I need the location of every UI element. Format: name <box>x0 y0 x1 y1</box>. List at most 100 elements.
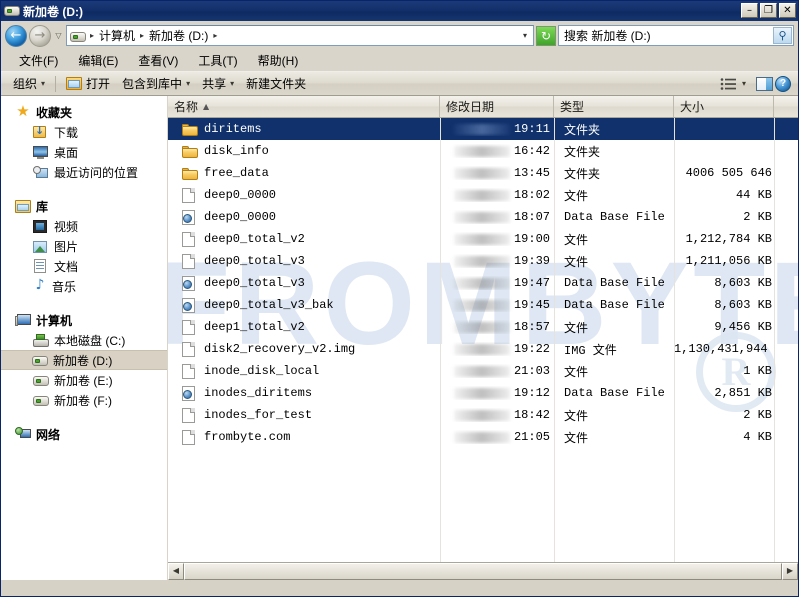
sidebar-item-videos[interactable]: 视频 <box>1 216 167 236</box>
sidebar-label: 图片 <box>54 239 79 254</box>
sidebar-item-recent-places[interactable]: 最近访问的位置 <box>1 162 167 182</box>
folder-icon <box>182 143 198 159</box>
sidebar-item-favorites[interactable]: ★ 收藏夹 <box>1 102 167 122</box>
file-size-cell: 8,603 KB <box>714 298 772 312</box>
file-type-cell: 文件夹 <box>564 123 601 138</box>
file-icon <box>182 429 198 445</box>
search-icon: ⚲ <box>778 29 787 42</box>
column-header-type[interactable]: 类型 <box>554 96 674 117</box>
menu-item-view[interactable]: 查看(V) <box>128 50 188 71</box>
scroll-left-button[interactable]: ◀ <box>168 563 184 580</box>
sidebar-item-documents[interactable]: 文档 <box>1 256 167 276</box>
breadcrumb-separator[interactable]: ▸ <box>211 31 219 40</box>
sidebar-item-pictures[interactable]: 图片 <box>1 236 167 256</box>
sidebar-label: 新加卷 (D:) <box>53 353 113 368</box>
file-type-cell: 文件 <box>564 321 589 336</box>
sidebar-item-network[interactable]: 网络 <box>1 424 167 444</box>
menu-item-help[interactable]: 帮助(H) <box>248 50 309 71</box>
window-controls: – ❐ ✕ <box>741 3 796 18</box>
file-name: disk_info <box>204 144 269 158</box>
table-row[interactable]: free_data 13:45 文件夹 4006 505 646 <box>168 162 798 184</box>
table-row[interactable]: deep0_0000 18:07 Data Base File 2 KB <box>168 206 798 228</box>
back-button[interactable]: ← <box>5 24 27 47</box>
file-size-cell: 1 KB <box>743 364 772 378</box>
redacted-date <box>453 387 510 399</box>
sidebar-item-local-disk-c[interactable]: 本地磁盘 (C:) <box>1 330 167 350</box>
file-type-cell: Data Base File <box>564 298 665 312</box>
horizontal-scrollbar[interactable]: ◀ ▶ <box>168 562 798 580</box>
table-row[interactable]: inode_disk_local 21:03 文件 1 KB <box>168 360 798 382</box>
scrollbar-thumb[interactable] <box>184 563 782 580</box>
date-modified-cell: 16:42 <box>440 144 554 158</box>
minimize-button[interactable]: – <box>741 3 758 18</box>
chevron-down-icon: ▾ <box>41 79 46 88</box>
new-folder-button[interactable]: 新建文件夹 <box>240 73 312 94</box>
table-row[interactable]: deep0_total_v3 19:39 文件 1,211,056 KB <box>168 250 798 272</box>
file-rows[interactable]: FROMBYTE R diritems19:11文件夹disk_info16:4… <box>168 118 798 562</box>
sidebar-item-volume-f[interactable]: 新加卷 (F:) <box>1 390 167 410</box>
sidebar-item-volume-e[interactable]: 新加卷 (E:) <box>1 370 167 390</box>
breadcrumb-separator[interactable]: ▸ <box>88 31 96 40</box>
table-row[interactable]: deep0_total_v3_bak 19:45 Data Base File 8,6… <box>168 294 798 316</box>
preview-pane-icon[interactable] <box>756 76 773 91</box>
column-label: 类型 <box>560 100 585 114</box>
navigation-pane[interactable]: ★ 收藏夹 下载 桌面 最近访问的位置 <box>1 96 168 580</box>
menu-item-file[interactable]: 文件(F) <box>9 50 68 71</box>
share-button[interactable]: 共享 ▾ <box>196 73 240 94</box>
chevron-down-icon[interactable]: ▾ <box>523 31 531 40</box>
sidebar-item-computer[interactable]: 计算机 <box>1 310 167 330</box>
minimize-icon: – <box>747 5 752 16</box>
refresh-button[interactable]: ↻ <box>536 25 556 46</box>
search-input[interactable]: 搜索 新加卷 (D:) ⚲ <box>558 25 794 46</box>
open-button[interactable]: 打开 <box>60 73 116 94</box>
maximize-button[interactable]: ❐ <box>760 3 777 18</box>
table-row[interactable]: deep0_total_v2 19:00 文件 1,212,784 KB <box>168 228 798 250</box>
file-size-cell: 2,851 KB <box>714 386 772 400</box>
column-header-date-modified[interactable]: 修改日期 <box>440 96 554 117</box>
database-file-icon <box>182 297 198 313</box>
sidebar-item-libraries[interactable]: 库 <box>1 196 167 216</box>
column-header-size[interactable]: 大小 <box>674 96 774 117</box>
search-button[interactable]: ⚲ <box>773 27 792 44</box>
breadcrumb-separator[interactable]: ▸ <box>138 31 146 40</box>
forward-button[interactable]: → <box>29 24 51 47</box>
sidebar-item-downloads[interactable]: 下载 <box>1 122 167 142</box>
change-view-icon[interactable] <box>720 77 738 91</box>
table-row[interactable]: frombyte.com 21:05 文件 4 KB <box>168 426 798 448</box>
table-row[interactable]: inodes_diritems 19:12 Data Base File 2,851 … <box>168 382 798 404</box>
file-time: 16:42 <box>513 144 550 158</box>
menu-item-tools[interactable]: 工具(T) <box>188 50 247 71</box>
sidebar-item-music[interactable]: ♪ 音乐 <box>1 276 167 296</box>
breadcrumb-item-drive[interactable]: 新加卷 (D:) <box>148 27 209 44</box>
sidebar-label: 新加卷 (E:) <box>54 373 113 388</box>
sidebar-item-desktop[interactable]: 桌面 <box>1 142 167 162</box>
table-row[interactable]: deep0_total_v3 19:47 Data Base File 8,603 K… <box>168 272 798 294</box>
table-row[interactable]: diritems 19:11 文件夹 <box>168 118 798 140</box>
breadcrumb[interactable]: ▸ 计算机 ▸ 新加卷 (D:) ▸ ▾ <box>66 25 534 46</box>
history-dropdown-button[interactable]: ▽ <box>53 31 64 40</box>
file-size-cell: 1,212,784 KB <box>685 232 772 246</box>
breadcrumb-item-computer[interactable]: 计算机 <box>98 27 136 44</box>
table-row[interactable]: disk2_recovery_v2.img 19:22 IMG 文件 1,130,43… <box>168 338 798 360</box>
close-icon: ✕ <box>783 5 792 16</box>
table-row[interactable]: deep1_total_v2 18:57 文件 9,456 KB <box>168 316 798 338</box>
file-size-cell: 1,211,056 KB <box>685 254 772 268</box>
table-row[interactable]: disk_info 16:42 文件夹 <box>168 140 798 162</box>
close-button[interactable]: ✕ <box>779 3 796 18</box>
desktop-icon <box>33 144 49 160</box>
view-dropdown-caret-icon[interactable]: ▾ <box>740 79 754 88</box>
redacted-date <box>453 431 510 443</box>
menu-item-edit[interactable]: 编辑(E) <box>68 50 128 71</box>
table-row[interactable]: inodes_for_test 18:42 文件 2 KB <box>168 404 798 426</box>
table-row[interactable]: deep0_0000 18:02 文件 44 KB <box>168 184 798 206</box>
help-icon[interactable]: ? <box>775 75 791 92</box>
status-bar <box>1 580 798 596</box>
file-name: inodes_diritems <box>204 386 313 400</box>
include-in-library-button[interactable]: 包含到库中 ▾ <box>116 73 196 94</box>
sidebar-label: 收藏夹 <box>36 105 73 120</box>
scroll-right-button[interactable]: ▶ <box>782 563 798 580</box>
scrollbar-track[interactable] <box>184 563 782 580</box>
organize-button[interactable]: 组织 ▾ <box>7 73 51 94</box>
column-header-name[interactable]: 名称 ▲ <box>168 96 440 117</box>
sidebar-item-volume-d[interactable]: 新加卷 (D:) <box>1 350 167 370</box>
